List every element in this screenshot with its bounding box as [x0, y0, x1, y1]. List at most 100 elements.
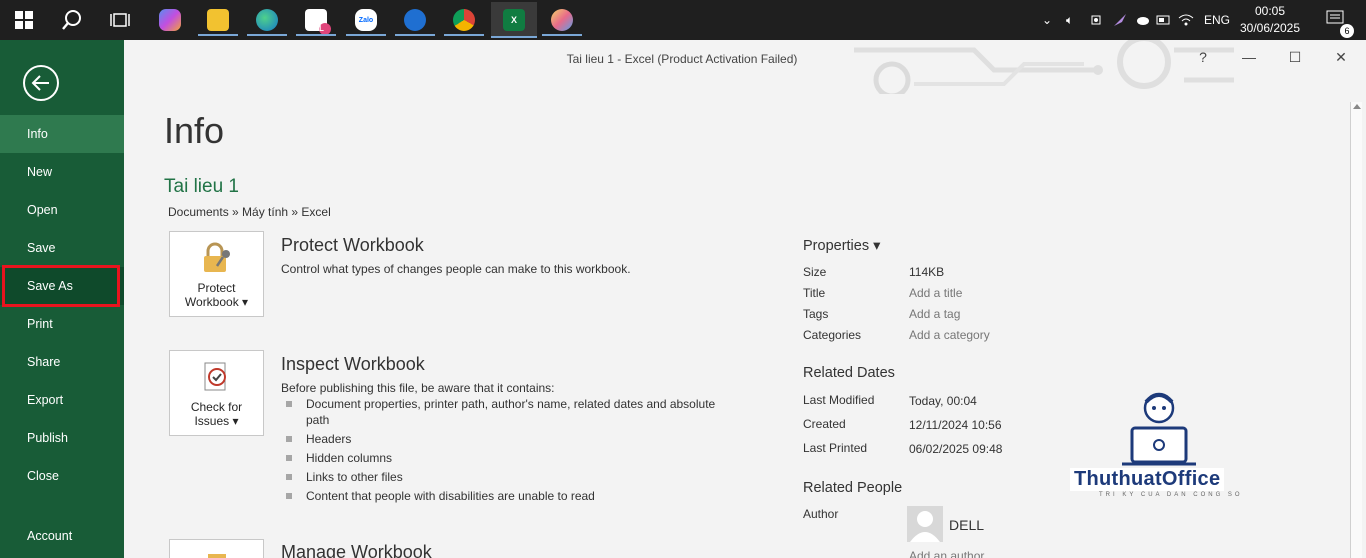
created-label: Created — [803, 417, 846, 431]
inspect-workbook-title: Inspect Workbook — [281, 354, 425, 374]
page-title: Info — [164, 110, 225, 151]
taskbar-app-paint[interactable] — [542, 4, 582, 36]
inspect-workbook-desc: Before publishing this file, be aware th… — [281, 381, 555, 395]
window-title: Tai lieu 1 - Excel (Product Activation F… — [566, 52, 798, 66]
taskbar-app-l[interactable]: L — [296, 4, 336, 36]
list-item: Document properties, printer path, autho… — [284, 396, 724, 428]
taskbar-app-edge[interactable] — [247, 4, 287, 36]
meet-now-icon[interactable] — [1090, 13, 1104, 27]
document-name: Tai lieu 1 — [164, 176, 239, 197]
remote-desktop-icon — [404, 9, 426, 31]
feather-icon[interactable] — [1112, 13, 1128, 27]
author-label: Author — [803, 507, 839, 521]
nav-publish[interactable]: Publish — [0, 419, 124, 457]
size-label: Size — [803, 265, 827, 279]
protect-workbook-button[interactable]: Protect Workbook ▾ — [169, 231, 264, 317]
windows-icon — [15, 11, 33, 29]
close-window-button[interactable]: ✕ — [1318, 46, 1364, 68]
excel-icon: X — [503, 9, 525, 31]
vertical-scrollbar[interactable] — [1350, 102, 1362, 558]
circuit-decoration — [854, 40, 1234, 94]
clock-date: 30/06/2025 — [1239, 21, 1301, 35]
back-button[interactable] — [23, 65, 59, 101]
zalo-icon: Zalo — [355, 9, 377, 31]
list-item: Content that people with disabilities ar… — [284, 488, 724, 504]
system-tray: ⌄ 🔈︎ ENG — [1042, 0, 1230, 40]
task-view-icon — [110, 13, 130, 27]
add-author-link[interactable]: Add an author — [909, 549, 984, 558]
volume-icon[interactable]: 🔈︎ — [1066, 13, 1084, 28]
chevron-up-icon[interactable]: ⌄ — [1042, 13, 1058, 27]
nav-print[interactable]: Print — [0, 305, 124, 343]
clock-time: 00:05 — [1254, 4, 1286, 18]
maximize-button[interactable]: ☐ — [1272, 46, 1318, 68]
list-item: Hidden columns — [284, 450, 724, 466]
tags-field[interactable]: Add a tag — [909, 307, 960, 321]
manage-document-icon — [207, 554, 226, 558]
inspect-document-icon — [204, 362, 226, 391]
protect-workbook-title: Protect Workbook — [281, 235, 424, 255]
notification-badge: 6 — [1340, 24, 1354, 38]
scroll-up-icon[interactable] — [1353, 104, 1361, 109]
save-as-highlight — [2, 265, 120, 307]
notification-button[interactable]: 6 — [1326, 10, 1354, 38]
taskbar-app-remote-desktop[interactable] — [395, 4, 435, 36]
watermark-tagline: TRI KY CUA DAN CONG SO — [1099, 492, 1243, 498]
protect-button-label-2: Workbook ▾ — [184, 295, 249, 309]
nav-export[interactable]: Export — [0, 381, 124, 419]
taskbar-app-file-explorer[interactable] — [198, 4, 238, 36]
nav-share[interactable]: Share — [0, 343, 124, 381]
related-people-heading: Related People — [803, 480, 903, 496]
manage-workbook-title: Manage Workbook — [281, 542, 432, 558]
categories-field[interactable]: Add a category — [909, 328, 990, 342]
last-modified-label: Last Modified — [803, 393, 875, 407]
check-issues-label-1: Check for — [190, 400, 243, 414]
inspect-issues-list: Document properties, printer path, autho… — [284, 396, 724, 507]
nav-info[interactable]: Info — [0, 115, 124, 153]
watermark-brand: ThuthuatOffice — [1070, 468, 1225, 491]
task-view-button[interactable] — [100, 4, 140, 36]
battery-icon[interactable] — [1156, 14, 1172, 26]
manage-workbook-button[interactable] — [169, 539, 264, 558]
lock-key-icon — [203, 242, 230, 272]
check-for-issues-button[interactable]: Check for Issues ▾ — [169, 350, 264, 436]
search-button[interactable] — [52, 4, 92, 36]
list-item: Headers — [284, 431, 724, 447]
taskbar-app-excel[interactable]: X — [491, 2, 537, 38]
start-button[interactable] — [4, 4, 44, 36]
title-field[interactable]: Add a title — [909, 286, 962, 300]
related-dates-heading: Related Dates — [803, 365, 895, 381]
document-path[interactable]: Documents » Máy tính » Excel — [168, 205, 331, 219]
paint-icon — [551, 9, 573, 31]
language-indicator[interactable]: ENG — [1204, 13, 1230, 27]
wifi-icon[interactable] — [1178, 14, 1194, 26]
l-app-icon: L — [305, 9, 331, 35]
backstage-main: Tai lieu 1 - Excel (Product Activation F… — [124, 40, 1366, 558]
help-button[interactable]: ? — [1180, 46, 1226, 68]
search-icon — [62, 10, 81, 30]
protect-workbook-desc: Control what types of changes people can… — [281, 262, 631, 276]
person-icon — [910, 511, 940, 542]
taskbar-app-copilot[interactable] — [150, 4, 190, 36]
created-value: 12/11/2024 10:56 — [909, 418, 1002, 432]
check-issues-label-2: Issues ▾ — [194, 414, 239, 428]
categories-label: Categories — [803, 328, 862, 342]
folder-icon — [207, 9, 229, 31]
nav-account[interactable]: Account — [0, 517, 124, 555]
nav-save[interactable]: Save — [0, 229, 124, 267]
nav-close[interactable]: Close — [0, 457, 124, 495]
taskbar-app-zalo[interactable]: Zalo — [346, 4, 386, 36]
minimize-button[interactable]: — — [1226, 46, 1272, 68]
clock[interactable]: 00:05 30/06/2025 — [1230, 3, 1310, 37]
tags-label: Tags — [803, 307, 829, 321]
avatar — [907, 506, 943, 542]
size-value: 114KB — [909, 265, 945, 279]
onedrive-icon[interactable] — [1134, 14, 1150, 26]
nav-new[interactable]: New — [0, 153, 124, 191]
properties-dropdown[interactable]: Properties ▾ — [803, 238, 880, 254]
arrow-left-icon — [31, 75, 49, 91]
nav-open[interactable]: Open — [0, 191, 124, 229]
taskbar-app-chrome[interactable] — [444, 4, 484, 36]
author-name[interactable]: DELL — [949, 517, 984, 533]
edge-icon — [256, 9, 278, 31]
